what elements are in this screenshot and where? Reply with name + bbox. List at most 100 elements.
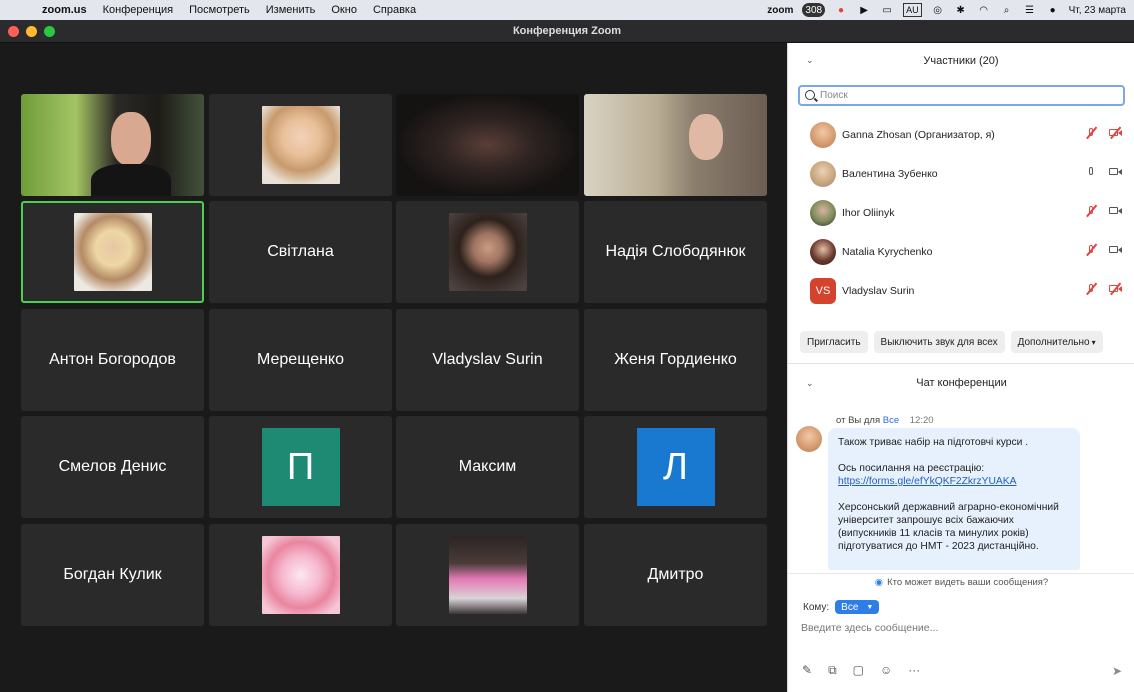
file-icon[interactable]: ▢	[853, 663, 864, 678]
more-icon[interactable]: ···	[908, 663, 920, 678]
menu-view[interactable]: Посмотреть	[189, 4, 250, 16]
mic-muted-icon[interactable]	[1085, 205, 1097, 217]
video-tile-15[interactable]: Максим	[396, 416, 579, 518]
participant-avatar	[73, 213, 152, 291]
fullscreen-window-button[interactable]	[44, 26, 55, 37]
control-center-icon[interactable]: ☰	[1023, 3, 1037, 17]
notification-icon[interactable]: ●	[834, 3, 848, 17]
video-icon[interactable]	[1109, 244, 1122, 256]
siri-icon[interactable]: ●	[1046, 3, 1060, 17]
window-title-bar: Конференция Zoom	[0, 20, 1134, 43]
panel-divider	[788, 363, 1134, 364]
menu-edit[interactable]: Изменить	[266, 4, 316, 16]
video-tile-7[interactable]	[396, 201, 579, 303]
mic-icon[interactable]	[1085, 166, 1097, 178]
participant-row[interactable]: Ganna Zhosan (Организатор, я)	[788, 115, 1134, 154]
video-tile-5-active-speaker[interactable]	[21, 201, 204, 303]
video-tile-16[interactable]: Л	[584, 416, 767, 518]
participant-face	[111, 112, 151, 166]
video-tile-2[interactable]	[209, 94, 392, 196]
video-tile-20[interactable]: Дмитро	[584, 524, 767, 626]
video-tile-4[interactable]	[584, 94, 767, 196]
menu-help[interactable]: Справка	[373, 4, 416, 16]
video-tile-6[interactable]: Світлана	[209, 201, 392, 303]
participant-row[interactable]: Ihor Oliinyk	[788, 193, 1134, 232]
menu-status-area: zoom 308 ● ▶ ▭ AU ◎ ✱ ◠ ⌕ ☰ ● Чт, 23 мар…	[767, 0, 1126, 20]
video-tile-14[interactable]: П	[209, 416, 392, 518]
close-window-button[interactable]	[8, 26, 19, 37]
mic-muted-icon[interactable]	[1085, 283, 1097, 295]
collapse-chat-chevron-down-icon[interactable]: ⌄	[806, 378, 814, 389]
participant-avatar	[261, 106, 340, 184]
menu-app-zoom[interactable]: zoom.us	[42, 4, 87, 16]
avatar	[810, 160, 836, 187]
message-meta: от Вы для Все 12:20	[836, 415, 934, 426]
video-tile-3[interactable]	[396, 94, 579, 196]
message-link-prefix: Ось посилання на реєстрацію:	[838, 463, 985, 474]
mic-muted-icon[interactable]	[1085, 127, 1097, 139]
participant-row[interactable]: VS Vladyslav Surin	[788, 271, 1134, 310]
bluetooth-icon[interactable]: ✱	[954, 3, 968, 17]
video-off-icon[interactable]	[1109, 283, 1122, 295]
video-tile-9[interactable]: Антон Богородов	[21, 309, 204, 411]
participant-row[interactable]: Валентина Зубенко	[788, 154, 1134, 193]
video-icon[interactable]	[1109, 205, 1122, 217]
who-can-see-messages-link[interactable]: ◉ Кто может видеть ваши сообщения?	[788, 573, 1134, 589]
mic-muted-icon[interactable]	[1085, 244, 1097, 256]
chat-header: ⌄ Чат конференции	[788, 365, 1134, 401]
collapse-participants-chevron-down-icon[interactable]: ⌄	[806, 55, 814, 66]
participants-search-input[interactable]: Поиск	[798, 85, 1125, 106]
clock-datetime[interactable]: Чт, 23 марта	[1069, 3, 1126, 17]
more-options-label: Дополнительно	[1017, 336, 1090, 348]
participant-avatar	[261, 536, 340, 614]
battery-icon[interactable]: ▭	[880, 3, 894, 17]
airdrop-icon[interactable]: ◎	[931, 3, 945, 17]
video-gallery: Світлана Надія Слободянюк Антон Богородо…	[0, 43, 787, 692]
participant-name: Дмитро	[647, 566, 704, 583]
chat-message-input[interactable]: Введите здесь сообщение...	[801, 622, 1121, 640]
zoom-status-label[interactable]: zoom	[767, 3, 793, 17]
participant-name: Світлана	[267, 243, 334, 260]
video-icon[interactable]	[1109, 166, 1122, 178]
video-tile-19[interactable]	[396, 524, 579, 626]
video-tile-11[interactable]: Vladyslav Surin	[396, 309, 579, 411]
participant-name: Ganna Zhosan (Организатор, я)	[842, 128, 995, 141]
video-tile-13[interactable]: Смелов Денис	[21, 416, 204, 518]
mac-menu-bar: zoom.us Конференция Посмотреть Изменить …	[0, 0, 1134, 20]
keyboard-layout-indicator[interactable]: AU	[903, 3, 922, 17]
send-icon[interactable]: ➤	[1112, 664, 1122, 678]
play-icon[interactable]: ▶	[857, 3, 871, 17]
invite-button[interactable]: Пригласить	[800, 331, 868, 353]
menu-window[interactable]: Окно	[331, 4, 357, 16]
format-text-icon[interactable]: ✎	[802, 663, 812, 678]
emoji-icon[interactable]: ☺	[880, 663, 892, 678]
mail-badge-icon[interactable]: 308	[802, 3, 826, 17]
recipient-dropdown[interactable]: Все ▼	[835, 600, 880, 614]
participant-avatar	[448, 213, 527, 291]
video-tile-17[interactable]: Богдан Кулик	[21, 524, 204, 626]
registration-link[interactable]: https://forms.gle/efYkQKF2ZkrzYUAKA	[838, 476, 1017, 487]
search-icon[interactable]: ⌕	[1000, 3, 1014, 17]
video-tile-8[interactable]: Надія Слободянюк	[584, 201, 767, 303]
message-sender: от Вы для	[836, 415, 881, 426]
participant-name: Валентина Зубенко	[842, 167, 938, 180]
participant-avatar	[448, 536, 527, 614]
video-tile-12[interactable]: Женя Гордиенко	[584, 309, 767, 411]
participant-video	[396, 94, 579, 196]
video-tile-18[interactable]	[209, 524, 392, 626]
participant-name: Ihor Oliinyk	[842, 206, 895, 219]
participant-controls	[1085, 244, 1122, 256]
participant-name: Смелов Денис	[58, 458, 167, 475]
participant-row[interactable]: Natalia Kyrychenko	[788, 232, 1134, 271]
video-tile-1[interactable]	[21, 94, 204, 196]
wifi-icon[interactable]: ◠	[977, 3, 991, 17]
video-off-icon[interactable]	[1109, 127, 1122, 139]
more-options-button[interactable]: Дополнительно ▾	[1010, 331, 1103, 353]
minimize-window-button[interactable]	[26, 26, 37, 37]
screenshot-icon[interactable]: ⧉	[828, 663, 837, 678]
avatar	[796, 426, 822, 452]
menu-conference[interactable]: Конференция	[103, 4, 173, 16]
message-time: 12:20	[909, 415, 934, 426]
mute-all-button[interactable]: Выключить звук для всех	[873, 331, 1005, 353]
video-tile-10[interactable]: Мерещенко	[209, 309, 392, 411]
